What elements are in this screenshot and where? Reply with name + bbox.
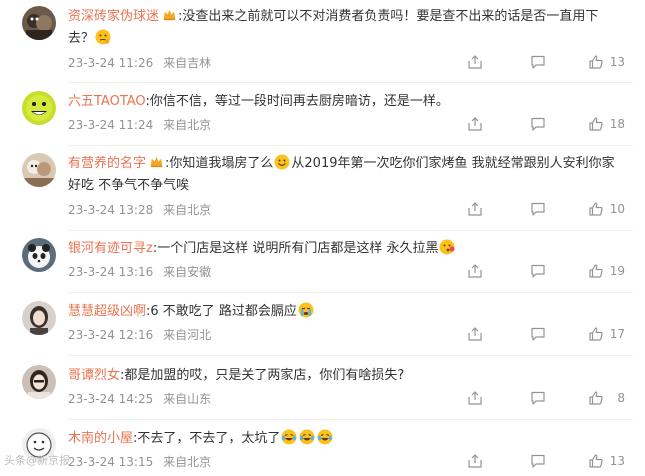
like-count: 8 (617, 391, 625, 405)
like-count: 10 (609, 202, 625, 216)
timestamp: 23-3-24 13:16 (68, 265, 154, 279)
comment-body: 有营养的名字:你知道我塌房了么 从2019年第一次吃你们家烤鱼 我就经常跟别人安利… (68, 153, 624, 197)
timestamp: 23-3-24 13:28 (68, 203, 154, 217)
share-icon[interactable] (467, 54, 483, 70)
divider (68, 82, 633, 83)
comment-icon[interactable] (530, 390, 546, 406)
avatar[interactable] (22, 365, 56, 399)
like-count: 19 (609, 264, 625, 278)
comment-body: 慧慧超级凶啊:6 不敢吃了 路过都会膈应 (68, 301, 624, 323)
comment-body: 六五TAOTAO:你信不信，等过一段时间再去厨房暗访，还是一样。 (68, 91, 624, 113)
comment-actions: 13 (385, 453, 645, 473)
timestamp: 23-3-24 13:15 (68, 455, 154, 469)
comment-actions: 17 (385, 326, 645, 346)
comment-meta: 23-3-24 11:24 来自北京 (68, 116, 211, 133)
divider (68, 145, 633, 146)
like-count: 18 (609, 117, 625, 131)
comment-actions: 18 (385, 116, 645, 136)
comment-body: 资深砖家伪球迷:没查出来之前就可以不对消费者负责吗！要是查不出来的话是否一直用下… (68, 6, 624, 50)
username[interactable]: 木南的小屋 (68, 431, 133, 446)
share-icon[interactable] (467, 116, 483, 132)
location: 来自北京 (163, 203, 212, 217)
share-icon[interactable] (467, 390, 483, 406)
comment-icon[interactable] (530, 116, 546, 132)
avatar[interactable] (22, 301, 56, 335)
like-count: 17 (609, 327, 625, 341)
avatar[interactable] (22, 91, 56, 125)
comment-meta: 23-3-24 12:16 来自河北 (68, 326, 211, 343)
laugh-cry-emoji (317, 429, 333, 445)
share-icon[interactable] (467, 326, 483, 342)
username[interactable]: 银河有迹可寻z (68, 241, 153, 256)
timestamp: 23-3-24 12:16 (68, 328, 154, 342)
comment-actions: 19 (385, 263, 645, 283)
awkward-emoji (439, 239, 455, 255)
timestamp: 23-3-24 14:25 (68, 392, 154, 406)
divider (68, 419, 633, 420)
comment-text: :不去了，不去了，太坑了 (133, 431, 281, 446)
like-count: 13 (609, 55, 625, 69)
cry-emoji (298, 302, 314, 318)
location: 来自吉林 (163, 56, 212, 70)
comment-icon[interactable] (530, 326, 546, 342)
divider (68, 230, 633, 231)
timestamp: 23-3-24 11:24 (68, 118, 154, 132)
verified-badge-icon (150, 156, 163, 168)
avatar[interactable] (22, 153, 56, 187)
share-icon[interactable] (467, 453, 483, 469)
smile-emoji (274, 154, 290, 170)
comment-meta: 23-3-24 14:25 来自山东 (68, 390, 211, 407)
location: 来自安徽 (163, 265, 212, 279)
comment-meta: 23-3-24 13:15 来自北京 (68, 453, 211, 470)
verified-badge-icon (163, 9, 176, 21)
avatar[interactable] (22, 6, 56, 40)
share-icon[interactable] (467, 263, 483, 279)
comment-body: 银河有迹可寻z:一个门店是这样 说明所有门店都是这样 永久拉黑 (68, 238, 624, 260)
laugh-cry-emoji (299, 429, 315, 445)
timestamp: 23-3-24 11:26 (68, 56, 154, 70)
comment-text: :都是加盟的哎，只是关了两家店，你们有啥损失? (120, 368, 405, 383)
username[interactable]: 六五TAOTAO (68, 94, 145, 109)
share-icon[interactable] (467, 201, 483, 217)
comment-body: 木南的小屋:不去了，不去了，太坑了 (68, 428, 624, 450)
comment-text: :6 不敢吃了 路过都会膈应 (146, 304, 297, 319)
location: 来自北京 (163, 455, 212, 469)
comment-icon[interactable] (530, 263, 546, 279)
username[interactable]: 哥谭烈女 (68, 368, 120, 383)
think-emoji (95, 29, 111, 45)
username[interactable]: 慧慧超级凶啊 (68, 304, 146, 319)
username[interactable]: 资深砖家伪球迷 (68, 9, 159, 24)
comment-meta: 23-3-24 11:26 来自吉林 (68, 54, 211, 71)
divider (68, 292, 633, 293)
location: 来自北京 (163, 118, 212, 132)
comment-text: :一个门店是这样 说明所有门店都是这样 永久拉黑 (152, 241, 439, 256)
comment-body: 哥谭烈女:都是加盟的哎，只是关了两家店，你们有啥损失? (68, 365, 624, 387)
username[interactable]: 有营养的名字 (68, 156, 146, 171)
comment-actions: 8 (385, 390, 645, 410)
laugh-cry-emoji (281, 429, 297, 445)
comment-actions: 13 (385, 54, 645, 74)
comment-icon[interactable] (530, 54, 546, 70)
comment-meta: 23-3-24 13:28 来自北京 (68, 201, 211, 218)
comment-actions: 10 (385, 201, 645, 221)
comment-meta: 23-3-24 13:16 来自安徽 (68, 263, 211, 280)
comment-icon[interactable] (530, 201, 546, 217)
comment-icon[interactable] (530, 453, 546, 469)
comment-text: :你知道我塌房了么 (165, 156, 274, 171)
avatar[interactable] (22, 238, 56, 272)
location: 来自山东 (163, 392, 212, 406)
comment-text: :你信不信，等过一段时间再去厨房暗访，还是一样。 (145, 94, 449, 109)
location: 来自河北 (163, 328, 212, 342)
like-count: 13 (609, 454, 625, 468)
watermark: 头条@新京报 (4, 454, 70, 467)
divider (68, 355, 633, 356)
